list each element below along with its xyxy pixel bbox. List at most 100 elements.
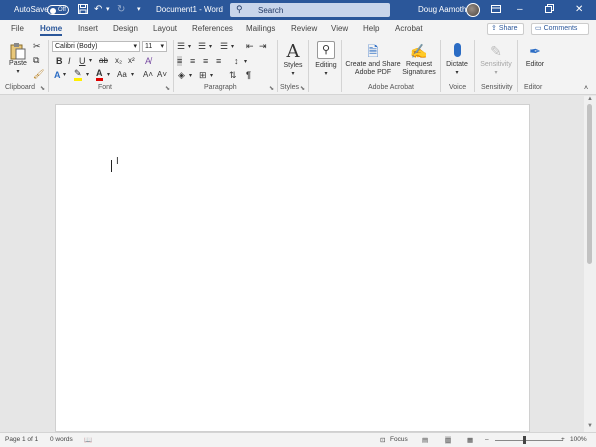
tab-mailings[interactable]: Mailings bbox=[246, 24, 275, 33]
tab-design[interactable]: Design bbox=[113, 24, 138, 33]
align-center-icon[interactable]: ≡ bbox=[190, 56, 195, 66]
tab-acrobat[interactable]: Acrobat bbox=[395, 24, 423, 33]
shading-dropdown-icon[interactable]: ▾ bbox=[189, 71, 192, 81]
paragraph-launcher-icon[interactable]: ⬊ bbox=[269, 85, 274, 92]
focus-label[interactable]: Focus bbox=[390, 436, 408, 443]
tab-help[interactable]: Help bbox=[363, 24, 379, 33]
italic-icon[interactable]: I bbox=[68, 56, 71, 66]
multilevel-list-icon[interactable]: ☰ bbox=[220, 41, 228, 51]
shading-icon[interactable]: ◈ bbox=[178, 70, 185, 80]
font-size-select[interactable]: 11 ▾ bbox=[142, 41, 167, 52]
align-right-icon[interactable]: ≡ bbox=[203, 56, 208, 66]
align-left-icon[interactable]: ≡ bbox=[177, 56, 183, 66]
tab-file[interactable]: File bbox=[11, 24, 24, 33]
strikethrough-icon[interactable]: ab bbox=[99, 56, 108, 66]
save-icon[interactable] bbox=[78, 4, 88, 18]
borders-icon[interactable]: ⊞ bbox=[199, 70, 207, 80]
share-button[interactable]: ⇪ Share bbox=[487, 23, 524, 35]
justify-icon[interactable]: ≡ bbox=[216, 56, 221, 66]
close-icon[interactable]: ✕ bbox=[575, 4, 583, 16]
word-count[interactable]: 0 words bbox=[50, 436, 73, 443]
tab-insert[interactable]: Insert bbox=[78, 24, 98, 33]
sort-icon[interactable]: ⇅ bbox=[229, 70, 237, 80]
tab-layout[interactable]: Layout bbox=[153, 24, 177, 33]
line-spacing-icon[interactable]: ↕ bbox=[234, 56, 239, 66]
zoom-level[interactable]: 100% bbox=[570, 436, 587, 443]
paste-button[interactable]: Paste ▾ bbox=[6, 42, 30, 76]
format-painter-icon[interactable]: 🖌 bbox=[33, 69, 44, 79]
scroll-up-icon[interactable]: ▲ bbox=[587, 96, 593, 102]
multilevel-dropdown-icon[interactable]: ▾ bbox=[231, 42, 234, 52]
shrink-font-icon[interactable]: A˅ bbox=[157, 70, 167, 80]
show-marks-icon[interactable]: ¶ bbox=[246, 70, 251, 80]
tab-home[interactable]: Home bbox=[40, 24, 62, 33]
zoom-slider-thumb[interactable] bbox=[523, 436, 526, 444]
focus-icon[interactable]: ⊡ bbox=[380, 436, 385, 444]
bold-icon[interactable]: B bbox=[56, 56, 63, 66]
zoom-out-icon[interactable]: – bbox=[485, 436, 489, 443]
request-signatures-button[interactable]: ✍ Request Signatures bbox=[402, 41, 436, 77]
change-case-dropdown-icon[interactable]: ▾ bbox=[131, 70, 134, 80]
search-box[interactable]: ⚲ Search bbox=[230, 3, 390, 17]
tab-view[interactable]: View bbox=[331, 24, 348, 33]
undo-dropdown-icon[interactable]: ▾ bbox=[106, 4, 110, 16]
dictate-button[interactable]: Dictate ▾ bbox=[444, 41, 470, 77]
zoom-in-icon[interactable]: + bbox=[561, 436, 565, 443]
font-launcher-icon[interactable]: ⬊ bbox=[165, 85, 170, 92]
page-count[interactable]: Page 1 of 1 bbox=[5, 436, 38, 443]
clear-formatting-icon[interactable]: A̸ bbox=[145, 56, 151, 66]
customize-qat-icon[interactable]: ▾ bbox=[137, 4, 141, 16]
read-mode-icon[interactable]: ▤ bbox=[422, 436, 428, 444]
text-effects-dropdown-icon[interactable]: ▾ bbox=[63, 70, 66, 80]
print-layout-icon[interactable]: ▥ bbox=[445, 436, 452, 444]
highlight-icon[interactable]: ✎ bbox=[74, 69, 82, 81]
numbering-icon[interactable]: ☰ bbox=[198, 41, 206, 51]
proofing-icon[interactable]: 📖 bbox=[84, 436, 92, 444]
clipboard-launcher-icon[interactable]: ⬊ bbox=[40, 85, 45, 92]
underline-icon[interactable]: U bbox=[79, 56, 86, 66]
vertical-scrollbar[interactable]: ▲ ▼ bbox=[584, 96, 596, 432]
editor-button[interactable]: ✒ Editor bbox=[521, 41, 549, 69]
increase-indent-icon[interactable]: ⇥ bbox=[259, 41, 267, 51]
superscript-icon[interactable]: x² bbox=[128, 56, 135, 66]
cut-icon[interactable]: ✂ bbox=[33, 41, 41, 51]
font-color-icon[interactable]: A bbox=[96, 69, 103, 81]
undo-icon[interactable]: ↶ bbox=[94, 4, 102, 16]
comments-button[interactable]: ▭ Comments bbox=[531, 23, 589, 35]
text-effects-icon[interactable]: A bbox=[54, 70, 61, 80]
copy-icon[interactable]: ⧉ bbox=[33, 55, 39, 65]
user-name[interactable]: Doug Aamoth bbox=[418, 5, 466, 14]
subscript-icon[interactable]: x₂ bbox=[115, 56, 122, 66]
grow-font-icon[interactable]: A˄ bbox=[143, 70, 153, 80]
redo-icon[interactable]: ↻ bbox=[117, 4, 125, 16]
borders-dropdown-icon[interactable]: ▾ bbox=[210, 71, 213, 81]
editing-button[interactable]: ⚲ Editing ▾ bbox=[312, 41, 340, 78]
underline-dropdown-icon[interactable]: ▾ bbox=[89, 56, 92, 66]
restore-icon[interactable] bbox=[545, 4, 554, 17]
styles-launcher-icon[interactable]: ⬊ bbox=[300, 85, 305, 92]
scroll-thumb[interactable] bbox=[587, 104, 592, 264]
scroll-down-icon[interactable]: ▼ bbox=[587, 423, 593, 429]
numbering-dropdown-icon[interactable]: ▾ bbox=[209, 42, 212, 52]
minimize-icon[interactable]: – bbox=[517, 4, 523, 16]
change-case-icon[interactable]: Aa bbox=[117, 70, 127, 80]
document-page[interactable]: I bbox=[55, 104, 530, 432]
bullets-icon[interactable]: ☰ bbox=[177, 41, 185, 51]
tab-references[interactable]: References bbox=[192, 24, 233, 33]
zoom-slider[interactable] bbox=[495, 440, 563, 441]
web-layout-icon[interactable]: ▦ bbox=[467, 436, 473, 444]
tab-review[interactable]: Review bbox=[291, 24, 317, 33]
create-share-pdf-button[interactable]: 🗎 Create and Share Adobe PDF bbox=[345, 41, 401, 77]
line-spacing-dropdown-icon[interactable]: ▾ bbox=[244, 57, 247, 67]
font-name-select[interactable]: Calibri (Body) ▾ bbox=[52, 41, 140, 52]
sensitivity-button[interactable]: ✎ Sensitivity ▾ bbox=[478, 41, 514, 77]
highlight-dropdown-icon[interactable]: ▾ bbox=[86, 70, 89, 80]
bullets-dropdown-icon[interactable]: ▾ bbox=[188, 42, 191, 52]
font-color-dropdown-icon[interactable]: ▾ bbox=[107, 70, 110, 80]
styles-button[interactable]: A Styles ▾ bbox=[281, 42, 305, 78]
decrease-indent-icon[interactable]: ⇤ bbox=[246, 41, 254, 51]
collapse-ribbon-icon[interactable]: ˄ bbox=[584, 84, 588, 94]
avatar[interactable] bbox=[466, 3, 480, 17]
autosave-toggle[interactable]: Off bbox=[47, 5, 69, 15]
ribbon-display-options-icon[interactable] bbox=[491, 4, 501, 18]
